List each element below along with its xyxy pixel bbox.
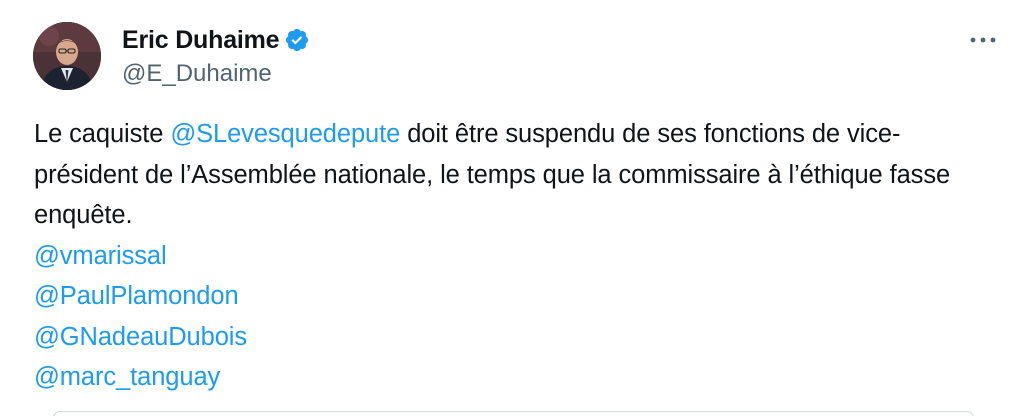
mention-link-slevesquedepute[interactable]: @SLevesquedepute bbox=[170, 120, 400, 148]
more-options-button[interactable] bbox=[968, 28, 998, 52]
author-display-name[interactable]: Eric Duhaime bbox=[122, 23, 280, 57]
mention-link-paulplamondon[interactable]: @PaulPlamondon bbox=[34, 276, 974, 317]
embedded-card-edge[interactable] bbox=[53, 411, 974, 416]
author-name-row: Eric Duhaime bbox=[122, 23, 310, 57]
verified-badge-icon[interactable] bbox=[284, 27, 310, 53]
author-handle[interactable]: @E_Duhaime bbox=[122, 58, 272, 90]
tweet-text-start: Le caquiste bbox=[34, 120, 171, 148]
tweet-card: Eric Duhaime @E_Duhaime Le caquiste @SLe… bbox=[0, 0, 1022, 416]
tweet-text: Le caquiste @SLevesquedepute doit être s… bbox=[34, 114, 974, 398]
mention-link-gnadeaudubois[interactable]: @GNadeauDubois bbox=[34, 317, 974, 358]
avatar[interactable] bbox=[33, 22, 101, 90]
tweet-paragraph: Le caquiste @SLevesquedepute doit être s… bbox=[34, 114, 974, 236]
avatar-image bbox=[33, 22, 101, 90]
more-options-icon bbox=[970, 37, 996, 43]
mention-link-marc-tanguay[interactable]: @marc_tanguay bbox=[34, 357, 974, 398]
mention-link-vmarissal[interactable]: @vmarissal bbox=[34, 236, 974, 277]
